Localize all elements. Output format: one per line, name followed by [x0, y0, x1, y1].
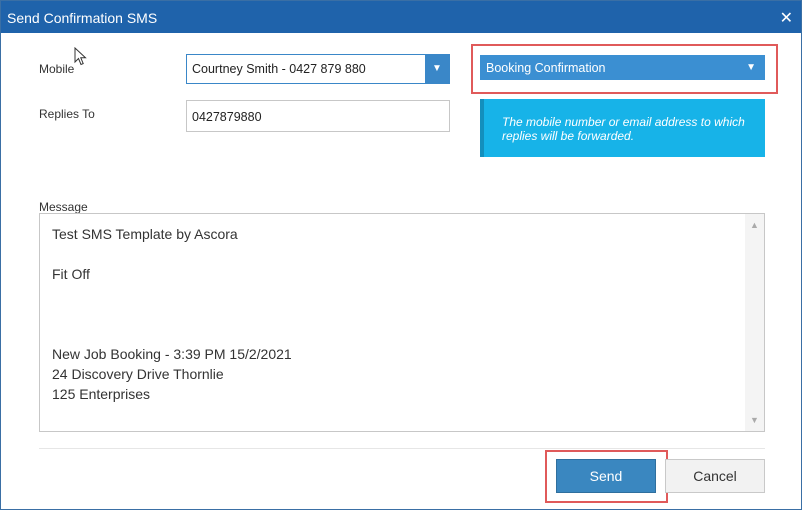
message-scrollbar[interactable]: ▲ ▼	[745, 214, 764, 431]
dialog-title: Send Confirmation SMS	[7, 10, 158, 26]
message-line: Test SMS Template by Ascora	[52, 226, 238, 242]
message-line: New Job Booking - 3:39 PM 15/2/2021	[52, 346, 292, 362]
cancel-button[interactable]: Cancel	[665, 459, 765, 493]
close-icon[interactable]: ✕	[780, 8, 793, 28]
replies-to-value: 0427879880	[192, 110, 262, 124]
message-line: Fit Off	[52, 266, 90, 282]
footer-divider	[39, 448, 765, 449]
send-sms-dialog: Send Confirmation SMS ✕ Mobile Courtney …	[0, 0, 802, 510]
replies-to-input[interactable]: 0427879880	[186, 100, 450, 132]
mobile-select[interactable]: Courtney Smith - 0427 879 880 ▼	[186, 54, 450, 84]
replies-to-label: Replies To	[39, 107, 95, 121]
message-textarea[interactable]: Test SMS Template by Ascora Fit Off New …	[39, 213, 765, 432]
chevron-down-icon[interactable]: ▼	[746, 62, 756, 73]
send-button[interactable]: Send	[556, 459, 656, 493]
message-label: Message	[39, 200, 88, 214]
chevron-down-icon[interactable]: ▼	[425, 55, 449, 83]
title-bar: Send Confirmation SMS ✕	[1, 1, 801, 33]
scroll-up-icon[interactable]: ▲	[750, 220, 759, 230]
mobile-select-value: Courtney Smith - 0427 879 880	[192, 62, 366, 76]
scroll-down-icon[interactable]: ▼	[750, 415, 759, 425]
mouse-cursor-icon	[74, 47, 87, 66]
info-text: The mobile number or email address to wh…	[502, 115, 745, 143]
info-callout: The mobile number or email address to wh…	[480, 99, 765, 157]
mobile-label: Mobile	[39, 62, 75, 76]
message-line: 125 Enterprises	[52, 386, 151, 402]
message-line: 24 Discovery Drive Thornlie	[52, 366, 224, 382]
template-select[interactable]: Booking Confirmation ▼	[480, 55, 765, 80]
template-select-value: Booking Confirmation	[486, 61, 606, 75]
